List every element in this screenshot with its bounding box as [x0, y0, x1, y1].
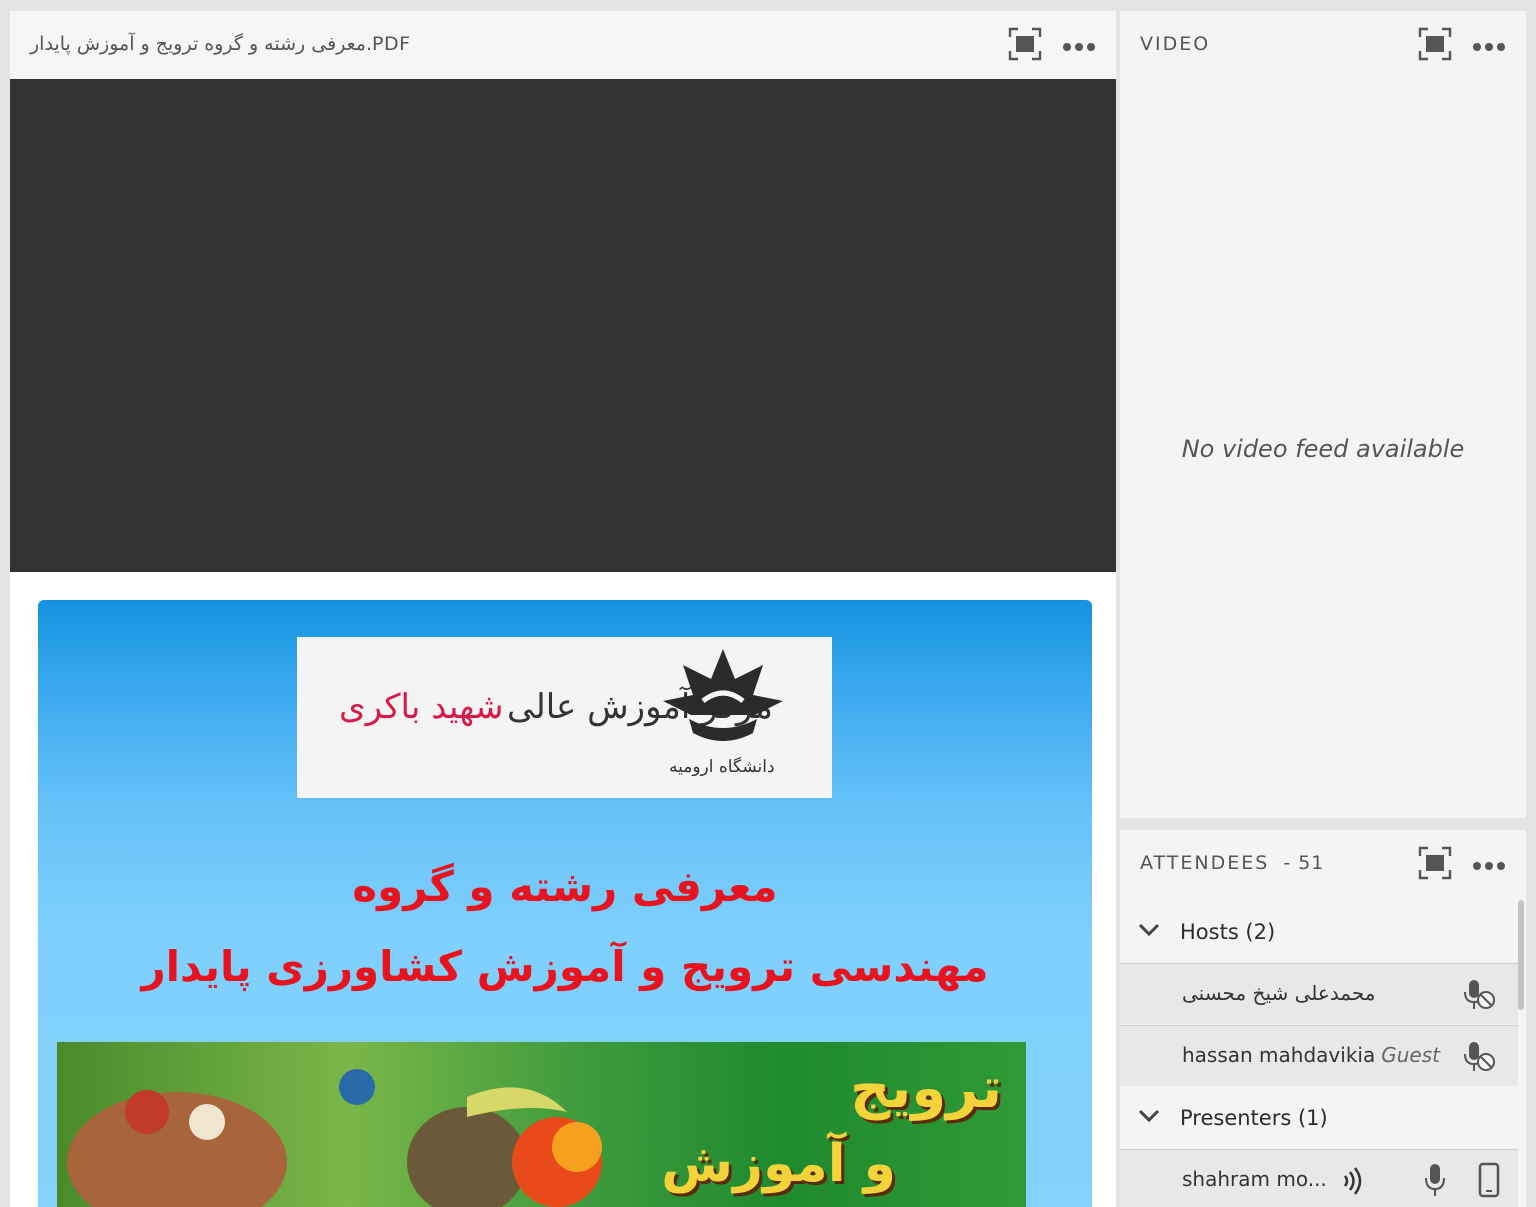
fullscreen-icon[interactable] — [1008, 27, 1042, 65]
video-pod: VIDEO No video feed available — [1120, 11, 1526, 818]
mobile-device-icon — [1478, 1162, 1500, 1202]
attendees-pod: ATTENDEES - 51 Hosts (2) محمدعلی شیخ محسن… — [1120, 830, 1526, 1207]
fullscreen-icon[interactable] — [1418, 27, 1452, 65]
group-hosts[interactable]: Hosts (2) — [1120, 902, 1518, 962]
group-presenters[interactable]: Presenters (1) — [1120, 1088, 1518, 1148]
logo-university-name: دانشگاه ارومیه — [669, 757, 775, 777]
attendee-name-wrap: hassan mahdavikia Guest — [1182, 1043, 1440, 1067]
attendee-name: محمدعلی شیخ محسنی — [1182, 981, 1376, 1005]
slide-heading-line-1: معرفی رشته و گروه — [352, 862, 778, 911]
mic-disabled-icon — [1464, 978, 1498, 1016]
more-options-icon[interactable] — [1472, 856, 1506, 875]
speaking-indicator-icon — [1342, 1164, 1364, 1202]
attendee-row[interactable]: shahram mo... — [1120, 1149, 1518, 1207]
attendee-name: shahram mo... — [1182, 1167, 1327, 1191]
slide: مرکز آموزش عالی شهید باکری دانشگاه ارومی… — [38, 600, 1092, 1207]
attendee-row[interactable]: محمدعلی شیخ محسنی — [1120, 963, 1518, 1024]
banner-title-line-2: و آموزش — [661, 1134, 896, 1194]
share-pod-header: معرفی رشته و گروه ترویج و آموزش پایدار.P… — [10, 11, 1116, 79]
share-pod: معرفی رشته و گروه ترویج و آموزش پایدار.P… — [10, 11, 1116, 1207]
group-hosts-label: Hosts (2) — [1180, 920, 1276, 944]
attendee-list-scrollbar[interactable] — [1518, 900, 1524, 1010]
slide-banner-image: ترویج و آموزش — [57, 1042, 1026, 1207]
banner-title-line-1: ترویج — [849, 1056, 1002, 1121]
university-emblem-icon — [659, 645, 787, 759]
attendee-row[interactable]: hassan mahdavikia Guest — [1120, 1025, 1518, 1086]
attendee-role: Guest — [1381, 1043, 1440, 1067]
attendees-pod-header: ATTENDEES - 51 — [1120, 830, 1526, 900]
attendee-name: hassan mahdavikia — [1182, 1043, 1376, 1067]
video-pod-title: VIDEO — [1140, 33, 1211, 55]
share-stage-blank-area — [10, 79, 1116, 572]
slide-heading-line-2: مهندسی ترویج و آموزش کشاورزی پایدار — [141, 942, 989, 991]
no-video-message: No video feed available — [1181, 435, 1465, 463]
chevron-down-icon[interactable] — [1138, 1108, 1160, 1128]
university-logo-box: مرکز آموزش عالی شهید باکری دانشگاه ارومی… — [297, 637, 832, 798]
share-pod-title: معرفی رشته و گروه ترویج و آموزش پایدار.P… — [30, 33, 411, 55]
logo-org-name-highlight: شهید باکری — [339, 687, 504, 727]
attendees-label: ATTENDEES — [1140, 852, 1270, 874]
more-options-icon[interactable] — [1472, 37, 1506, 56]
group-presenters-label: Presenters (1) — [1180, 1106, 1328, 1130]
mic-disabled-icon — [1464, 1040, 1498, 1078]
microphone-icon[interactable] — [1424, 1162, 1446, 1202]
attendees-pod-title: ATTENDEES - 51 — [1140, 852, 1324, 874]
attendee-count: - 51 — [1283, 852, 1325, 874]
fullscreen-icon[interactable] — [1418, 846, 1452, 884]
more-options-icon[interactable] — [1062, 37, 1096, 56]
document-page[interactable]: مرکز آموزش عالی شهید باکری دانشگاه ارومی… — [10, 572, 1116, 1207]
chevron-down-icon[interactable] — [1138, 922, 1160, 942]
